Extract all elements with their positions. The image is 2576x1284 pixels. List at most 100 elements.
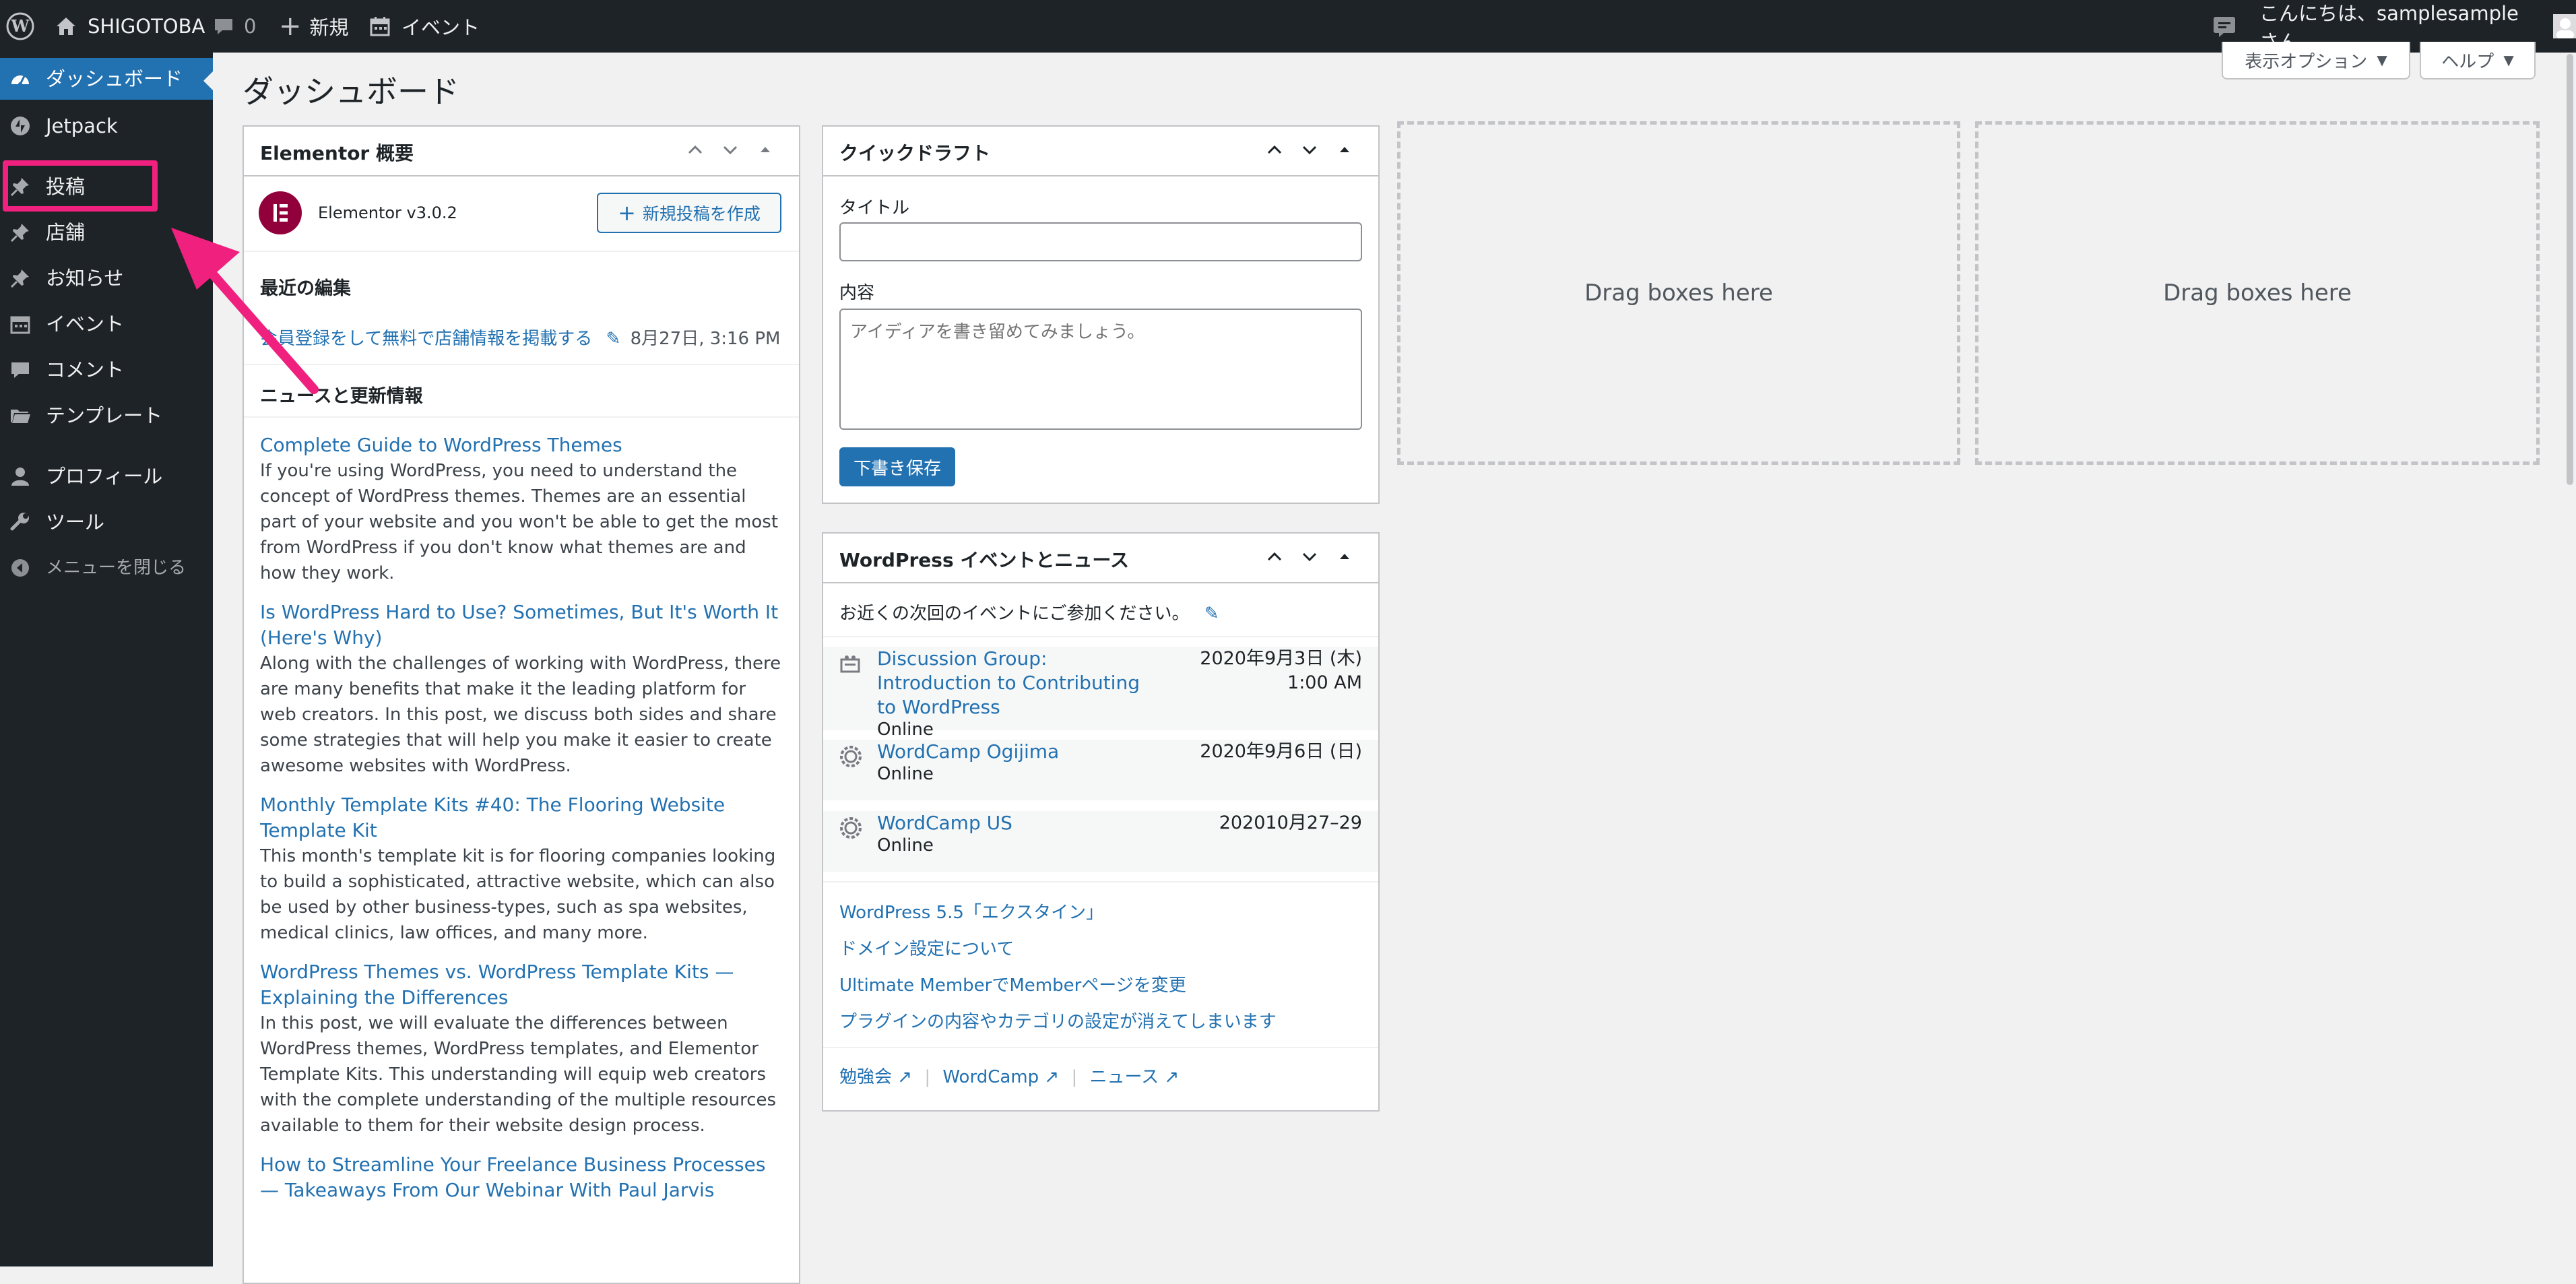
sidebar-item-label: プロフィール: [46, 465, 163, 488]
comments-link[interactable]: 0: [213, 0, 256, 53]
current-menu-arrow: [203, 71, 213, 90]
save-draft-button[interactable]: 下書き保存: [839, 447, 955, 486]
event-date: 2020年9月6日 (日): [1200, 741, 1362, 762]
divider: [244, 416, 799, 418]
draft-title-input[interactable]: [839, 222, 1362, 261]
pin-icon: [10, 269, 29, 288]
drop-zone[interactable]: Drag boxes here: [1975, 121, 2540, 465]
news-title[interactable]: WordPress Themes vs. WordPress Template …: [260, 959, 785, 1010]
sidebar-item-label: Jetpack: [46, 115, 118, 137]
event-location: Online: [877, 764, 934, 784]
wp-news-link[interactable]: WordPress 5.5「エクスタイン」: [839, 895, 1277, 931]
jetpack-icon: [11, 117, 30, 135]
event-title[interactable]: WordCamp US: [877, 811, 1147, 835]
toggle-panel-icon[interactable]: [754, 139, 776, 160]
event-date: 2020年9月3日 (木) 1:00 AM: [1200, 647, 1362, 695]
help-label: ヘルプ: [2441, 51, 2494, 72]
calendar-icon: [10, 316, 30, 334]
new-content-link[interactable]: + 新規: [279, 0, 349, 53]
plus-icon: +: [618, 200, 636, 226]
wp-news-link[interactable]: ドメイン設定について: [839, 931, 1277, 967]
pencil-icon: ✎: [606, 329, 621, 349]
move-up-icon[interactable]: [1264, 139, 1285, 160]
move-down-icon[interactable]: [1299, 139, 1320, 160]
news-excerpt: Along with the challenges of working wit…: [260, 653, 781, 776]
sidebar-item-label: コメント: [46, 358, 125, 381]
sidebar-item-label: メニューを閉じる: [46, 558, 187, 578]
edit-location-icon[interactable]: ✎: [1204, 604, 1219, 624]
move-down-icon[interactable]: [719, 139, 741, 160]
event-item: WordCamp US Online 202010月27–29: [823, 811, 1378, 872]
recent-edit-item: 会員登録をして無料で店舗情報を掲載する ✎ 8月27日, 3:16 PM: [260, 325, 780, 350]
sidebar-item-label: 店舗: [46, 221, 86, 244]
widget-header: Elementor 概要: [244, 127, 799, 176]
footer-link-meetups[interactable]: 勉強会 ↗: [839, 1067, 912, 1087]
news-title[interactable]: Monthly Template Kits #40: The Flooring …: [260, 792, 785, 843]
draft-content-textarea[interactable]: [839, 309, 1362, 430]
wp-news-link[interactable]: プラグインの内容やカテゴリの設定が消えてしまいます: [839, 1004, 1277, 1040]
event-link[interactable]: イベント: [369, 0, 480, 53]
news-item: Monthly Template Kits #40: The Flooring …: [260, 792, 785, 946]
caret-down-icon: ▼: [2503, 52, 2514, 68]
event-date: 202010月27–29: [1219, 812, 1362, 833]
move-up-icon[interactable]: [684, 139, 706, 160]
toggle-panel-icon[interactable]: [1334, 546, 1355, 567]
site-link[interactable]: SHIGOTOBA: [54, 0, 205, 53]
highlight-box: [3, 160, 158, 212]
screen-options-label: 表示オプション: [2245, 51, 2368, 72]
sidebar-item-label: イベント: [46, 313, 125, 335]
toggle-panel-icon[interactable]: [1334, 139, 1355, 160]
widget-header: クイックドラフト: [823, 127, 1378, 176]
sidebar-item-tools[interactable]: ツール: [0, 501, 213, 543]
comments-count: 0: [244, 15, 257, 38]
help-button[interactable]: ヘルプ ▼: [2420, 42, 2536, 79]
sidebar-item-jetpack[interactable]: Jetpack: [0, 105, 213, 147]
new-label: 新規: [309, 16, 349, 39]
wp-news-link[interactable]: Ultimate MemberでMemberページを変更: [839, 967, 1277, 1004]
event-item: WordCamp Ogijima Online 2020年9月6日 (日): [823, 740, 1378, 800]
site-name: SHIGOTOBA: [88, 15, 205, 38]
event-details: Discussion Group: Introduction to Contri…: [877, 647, 1147, 740]
footer-link-label: 勉強会: [839, 1067, 893, 1087]
event-title[interactable]: WordCamp Ogijima: [877, 740, 1147, 764]
wordcamp-icon: [840, 746, 862, 767]
annotation-arrow-icon: [171, 228, 319, 394]
events-intro: お近くの次回のイベントにご参加ください。 ✎: [839, 600, 1219, 624]
news-item: Is WordPress Hard to Use? Sometimes, But…: [260, 600, 785, 779]
news-title[interactable]: Complete Guide to WordPress Themes: [260, 432, 785, 458]
footer-link-news[interactable]: ニュース ↗: [1089, 1067, 1179, 1087]
drop-zone[interactable]: Drag boxes here: [1397, 121, 1960, 465]
page-scrollbar[interactable]: [2567, 54, 2573, 485]
news-item: How to Streamline Your Freelance Busines…: [260, 1152, 785, 1203]
news-title[interactable]: How to Streamline Your Freelance Busines…: [260, 1152, 785, 1203]
collapse-menu-button[interactable]: メニューを閉じる: [0, 547, 213, 589]
news-excerpt: If you're using WordPress, you need to u…: [260, 461, 779, 583]
sidebar-item-profile[interactable]: プロフィール: [0, 455, 213, 497]
dashboard-icon: [11, 75, 29, 86]
comment-icon: [215, 19, 232, 34]
event-details: WordCamp US Online: [877, 811, 1147, 856]
external-link-icon: ↗: [1044, 1067, 1060, 1087]
user-icon: [11, 468, 29, 486]
folder-icon: [11, 410, 30, 423]
move-up-icon[interactable]: [1264, 546, 1285, 567]
separator: |: [924, 1067, 931, 1087]
event-title[interactable]: Discussion Group: Introduction to Contri…: [877, 647, 1147, 719]
news-title[interactable]: Is WordPress Hard to Use? Sometimes, But…: [260, 600, 785, 651]
news-excerpt: This month's template kit is for floorin…: [260, 846, 776, 943]
footer-link-wordcamp[interactable]: WordCamp ↗: [942, 1067, 1059, 1087]
wordpress-logo-icon[interactable]: W: [5, 0, 35, 53]
sidebar-item-dashboard[interactable]: ダッシュボード: [0, 58, 213, 100]
wrench-icon: [10, 513, 29, 531]
recent-edit-date: 8月27日, 3:16 PM: [630, 329, 781, 349]
events-footer: 勉強会 ↗ | WordCamp ↗ | ニュース ↗: [839, 1063, 1179, 1088]
create-post-button[interactable]: + 新規投稿を作成: [597, 193, 781, 233]
widget-title: WordPress イベントとニュース: [839, 549, 1129, 571]
page-title: ダッシュボード: [243, 73, 459, 110]
external-link-icon: ↗: [897, 1067, 913, 1087]
move-down-icon[interactable]: [1299, 546, 1320, 567]
screen-options-button[interactable]: 表示オプション ▼: [2222, 42, 2410, 79]
event-item: Discussion Group: Introduction to Contri…: [823, 647, 1378, 740]
sidebar-item-label: お知らせ: [46, 267, 124, 290]
wordcamp-icon: [840, 817, 862, 839]
